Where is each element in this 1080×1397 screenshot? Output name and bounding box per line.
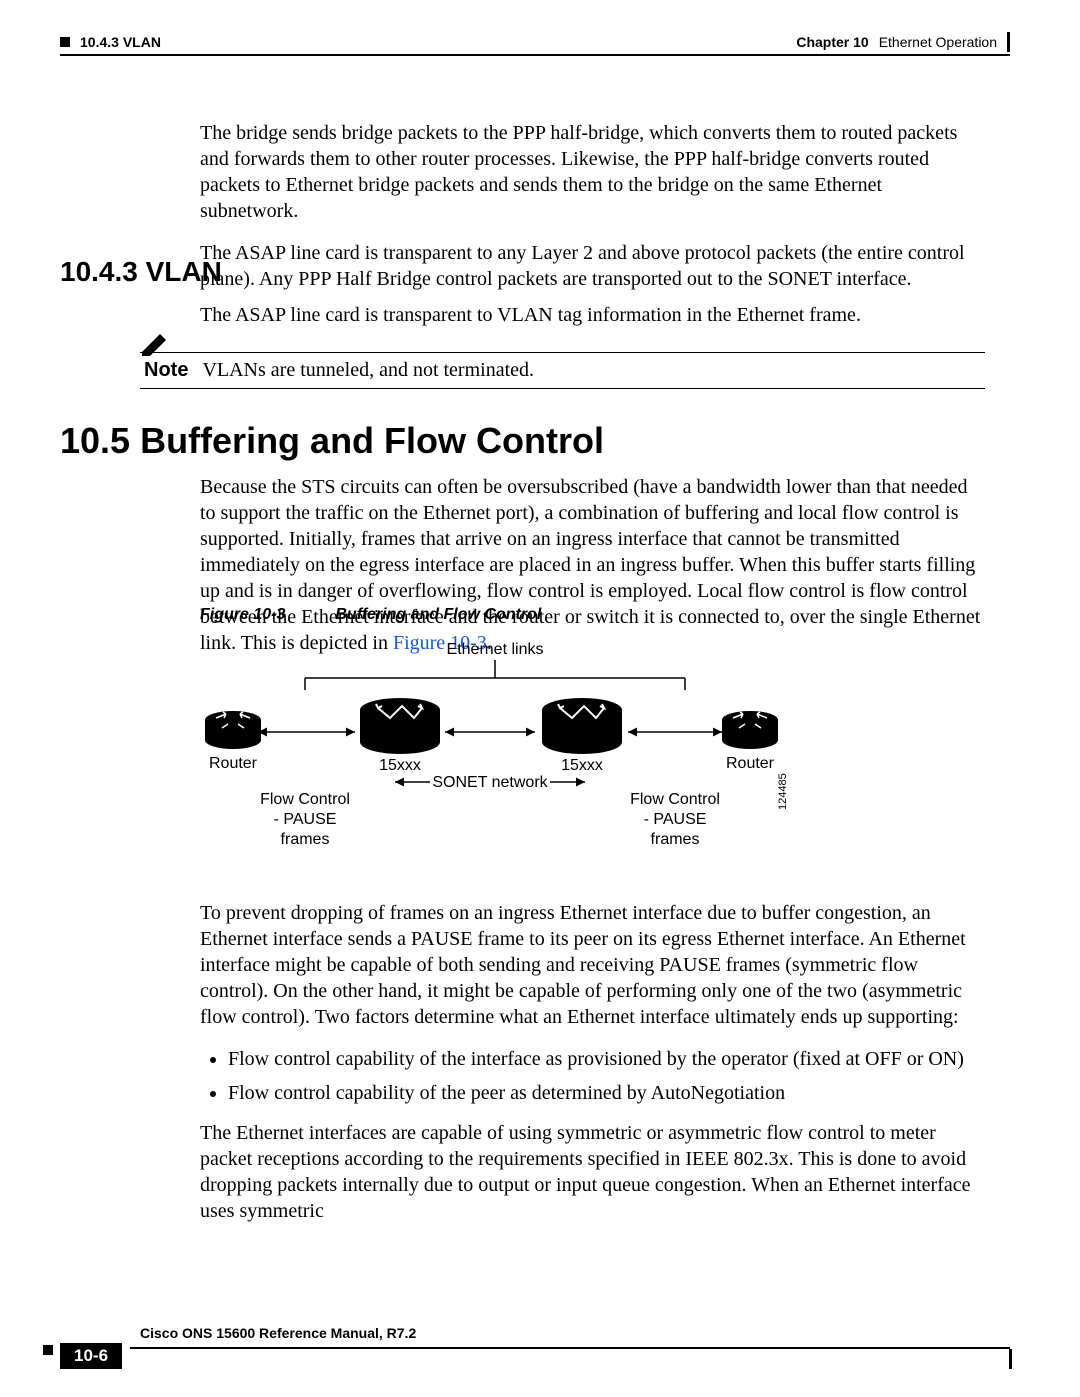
flow-right-2: - PAUSE: [644, 811, 707, 828]
footer-square-icon: [43, 1345, 53, 1355]
post-figure-body: To prevent dropping of frames on an ingr…: [200, 900, 985, 1240]
header-left: 10.4.3 VLAN: [60, 34, 161, 50]
post-p2: The Ethernet interfaces are capable of u…: [200, 1120, 985, 1224]
intro-p2: The ASAP line card is transparent to any…: [200, 240, 985, 292]
intro-body: The bridge sends bridge packets to the P…: [200, 120, 985, 308]
sonet-label: SONET network: [432, 774, 548, 791]
bullet-list: Flow control capability of the interface…: [200, 1046, 985, 1106]
header-section: 10.4.3 VLAN: [80, 34, 161, 50]
section-buffering-heading: 10.5 Buffering and Flow Control: [60, 420, 604, 462]
intro-p1: The bridge sends bridge packets to the P…: [200, 120, 985, 224]
switch-right-label: 15xxx: [561, 757, 603, 774]
bullet-1: Flow control capability of the interface…: [228, 1046, 985, 1072]
router-left-label: Router: [209, 755, 258, 772]
header-rule: [60, 54, 1010, 56]
router-right-icon: [722, 711, 778, 749]
footer-rule: [130, 1347, 1010, 1349]
running-header: 10.4.3 VLAN Chapter 10 Ethernet Operatio…: [60, 32, 1010, 52]
flow-right-1: Flow Control: [630, 791, 720, 808]
flow-left-2: - PAUSE: [274, 811, 337, 828]
footer-manual: Cisco ONS 15600 Reference Manual, R7.2: [140, 1325, 416, 1341]
page-number-badge: 10-6: [60, 1343, 122, 1369]
header-tick-icon: [1007, 32, 1010, 52]
footer-tick-icon: [1009, 1349, 1012, 1369]
flow-left-1: Flow Control: [260, 791, 350, 808]
document-page: 10.4.3 VLAN Chapter 10 Ethernet Operatio…: [0, 0, 1080, 1397]
note-text: VLANs are tunneled, and not terminated.: [202, 359, 534, 382]
network-diagram: Ethernet links Router: [200, 640, 790, 870]
router-left-icon: [205, 711, 261, 749]
figure-number: Figure 10-3: [200, 606, 285, 624]
figure-id: 124485: [777, 773, 789, 810]
figure-caption: Figure 10-3 Buffering and Flow Control: [200, 606, 541, 624]
header-chapter-title: Ethernet Operation: [879, 34, 997, 50]
header-right: Chapter 10 Ethernet Operation: [796, 32, 1010, 52]
diagram-svg: Ethernet links Router: [200, 640, 790, 870]
figure-title: Buffering and Flow Control: [335, 606, 541, 624]
note-block: Note VLANs are tunneled, and not termina…: [140, 352, 985, 389]
switch-right-icon: [542, 698, 622, 754]
switch-left-icon: [360, 698, 440, 754]
header-square-icon: [60, 37, 70, 47]
vlan-body: The ASAP line card is transparent to VLA…: [200, 302, 985, 344]
buffering-p1: Because the STS circuits can often be ov…: [200, 474, 985, 656]
router-right-label: Router: [726, 755, 775, 772]
ethernet-links-label: Ethernet links: [447, 641, 544, 658]
bullet-2: Flow control capability of the peer as d…: [228, 1080, 985, 1106]
flow-left-3: frames: [281, 831, 330, 848]
header-chapter: Chapter 10: [796, 34, 868, 50]
flow-right-3: frames: [651, 831, 700, 848]
note-label: Note: [144, 359, 188, 382]
buffering-p1a: Because the STS circuits can often be ov…: [200, 476, 980, 654]
section-vlan-heading: 10.4.3 VLAN: [60, 256, 222, 288]
vlan-p1: The ASAP line card is transparent to VLA…: [200, 302, 985, 328]
post-p1: To prevent dropping of frames on an ingr…: [200, 900, 985, 1030]
switch-left-label: 15xxx: [379, 757, 421, 774]
